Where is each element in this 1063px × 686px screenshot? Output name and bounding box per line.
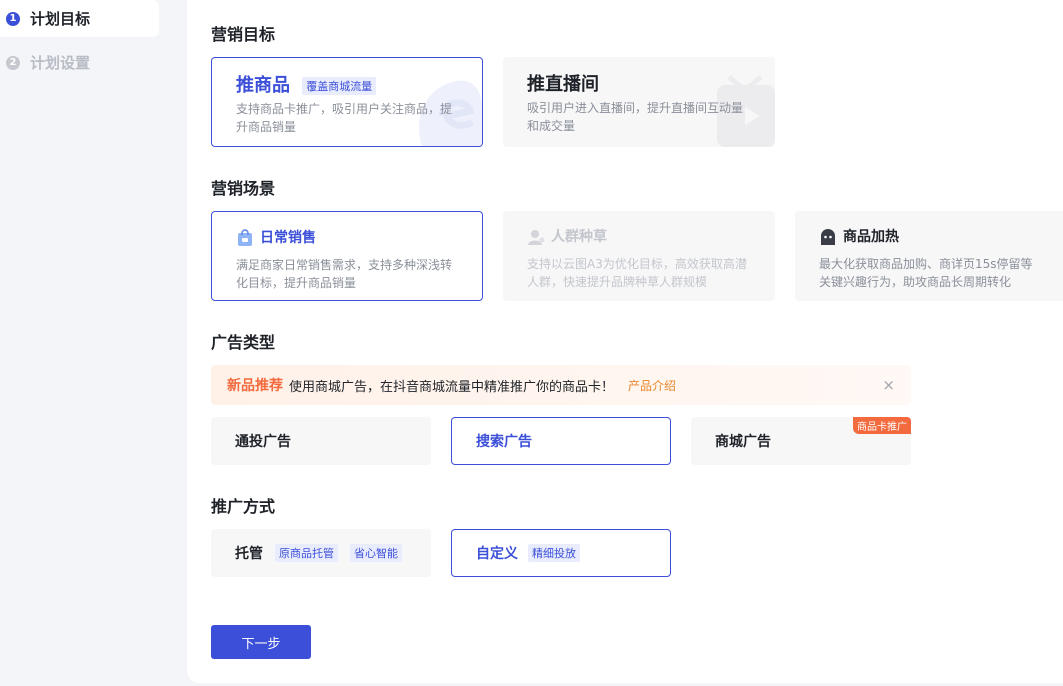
close-icon[interactable]: × <box>882 376 895 394</box>
scene-card-daily-sales[interactable]: 日常销售 满足商家日常销售需求，支持多种深浅转 化目标，提升商品销量 <box>211 211 483 301</box>
ad-type-general[interactable]: 通投广告 <box>211 417 431 465</box>
ad-type-search[interactable]: 搜索广告 <box>451 417 671 465</box>
person-icon <box>528 230 545 245</box>
sidebar: 1 计划目标 2 计划设置 <box>0 0 187 686</box>
desc-line: 升商品销量 <box>236 120 297 134</box>
goal-card-live[interactable]: 推直播间 吸引用户进入直播间，提升直播间互动量 和成交量 <box>503 57 775 147</box>
scene-card-desc: 最大化获取商品加购、商详页15s停留等 关键兴趣行为，助攻商品长周期转化 <box>819 255 1033 291</box>
scene-card-title: 人群种草 <box>527 226 607 246</box>
scene-card-title-text: 商品加热 <box>843 229 899 245</box>
goal-card-desc: 支持商品卡推广，吸引用户关注商品，提 升商品销量 <box>236 100 452 136</box>
shopping-bag-icon <box>238 229 252 246</box>
promo-method-managed[interactable]: 托管 原商品托管 省心智能 <box>211 529 431 577</box>
desc-line: 最大化获取商品加购、商详页15s停留等 <box>819 257 1033 271</box>
section-title-ad-type: 广告类型 <box>211 333 276 352</box>
option-label: 搜索广告 <box>476 434 532 450</box>
scene-card-title: 日常销售 <box>236 227 316 247</box>
product-card-promo-badge: 商品卡推广 <box>853 417 911 434</box>
main-panel: 营销目标 推商品 覆盖商城流量 支持商品卡推广，吸引用户关注商品，提 升商品销量… <box>187 0 1063 683</box>
scene-card-desc: 支持以云图A3为优化目标，高效获取高潜 人群，快速提升品牌种草人群规模 <box>527 255 747 291</box>
managed-tag: 原商品托管 <box>275 544 338 562</box>
section-title-marketing-goal: 营销目标 <box>211 25 276 44</box>
promo-method-custom[interactable]: 自定义 精细投放 <box>451 529 671 577</box>
next-step-button[interactable]: 下一步 <box>211 625 311 659</box>
goal-card-desc: 吸引用户进入直播间，提升直播间互动量 和成交量 <box>527 99 743 135</box>
desc-line: 支持以云图A3为优化目标，高效获取高潜 <box>527 257 747 271</box>
scene-card-title-text: 日常销售 <box>260 230 316 246</box>
step-plan-settings[interactable]: 2 计划设置 <box>0 44 159 81</box>
step-label: 计划设置 <box>30 54 91 72</box>
ghost-icon <box>821 229 835 245</box>
option-label: 商城广告 <box>715 434 771 450</box>
managed-tag: 省心智能 <box>350 544 402 562</box>
option-label: 通投广告 <box>235 434 291 450</box>
scene-card-product-heating[interactable]: 商品加热 最大化获取商品加购、商详页15s停留等 关键兴趣行为，助攻商品长周期转… <box>795 211 1063 301</box>
banner-highlight: 新品推荐 <box>227 378 283 394</box>
scene-card-desc: 满足商家日常销售需求，支持多种深浅转 化目标，提升商品销量 <box>236 256 452 292</box>
step-plan-goal[interactable]: 1 计划目标 <box>0 0 159 37</box>
desc-line: 和成交量 <box>527 119 576 133</box>
step-label: 计划目标 <box>30 10 91 28</box>
section-title-promo-method: 推广方式 <box>211 497 276 516</box>
desc-line: 关键兴趣行为，助攻商品长周期转化 <box>819 275 1012 289</box>
desc-line: 支持商品卡推广，吸引用户关注商品，提 <box>236 102 453 116</box>
custom-tag: 精细投放 <box>528 544 580 562</box>
goal-card-product[interactable]: 推商品 覆盖商城流量 支持商品卡推广，吸引用户关注商品，提 升商品销量 <box>211 57 483 147</box>
scene-card-title: 商品加热 <box>819 226 899 246</box>
scene-card-title-text: 人群种草 <box>551 229 607 245</box>
banner-text: 使用商城广告，在抖音商城流量中精准推广你的商品卡！ <box>289 379 615 395</box>
desc-line: 满足商家日常销售需求，支持多种深浅转 <box>236 258 453 272</box>
desc-line: 人群，快速提升品牌种草人群规模 <box>527 275 708 289</box>
scene-card-audience-seeding: 人群种草 支持以云图A3为优化目标，高效获取高潜 人群，快速提升品牌种草人群规模 <box>503 211 775 301</box>
desc-line: 吸引用户进入直播间，提升直播间互动量 <box>527 101 744 115</box>
product-intro-link[interactable]: 产品介绍 <box>628 377 676 394</box>
section-title-marketing-scene: 营销场景 <box>211 179 276 198</box>
step-number-2: 2 <box>6 55 20 70</box>
ad-type-mall[interactable]: 商城广告 商品卡推广 <box>691 417 911 465</box>
goal-card-tag: 覆盖商城流量 <box>302 77 377 95</box>
option-label: 自定义 <box>476 546 518 562</box>
option-label: 托管 <box>235 546 263 562</box>
goal-card-title-text: 推商品 <box>236 75 290 96</box>
goal-card-title: 推商品 覆盖商城流量 <box>236 71 377 97</box>
goal-card-title: 推直播间 <box>527 74 599 95</box>
desc-line: 化目标，提升商品销量 <box>236 276 357 290</box>
step-number-1: 1 <box>6 11 20 26</box>
new-product-banner: 新品推荐 使用商城广告，在抖音商城流量中精准推广你的商品卡！ 产品介绍 × <box>211 365 911 405</box>
